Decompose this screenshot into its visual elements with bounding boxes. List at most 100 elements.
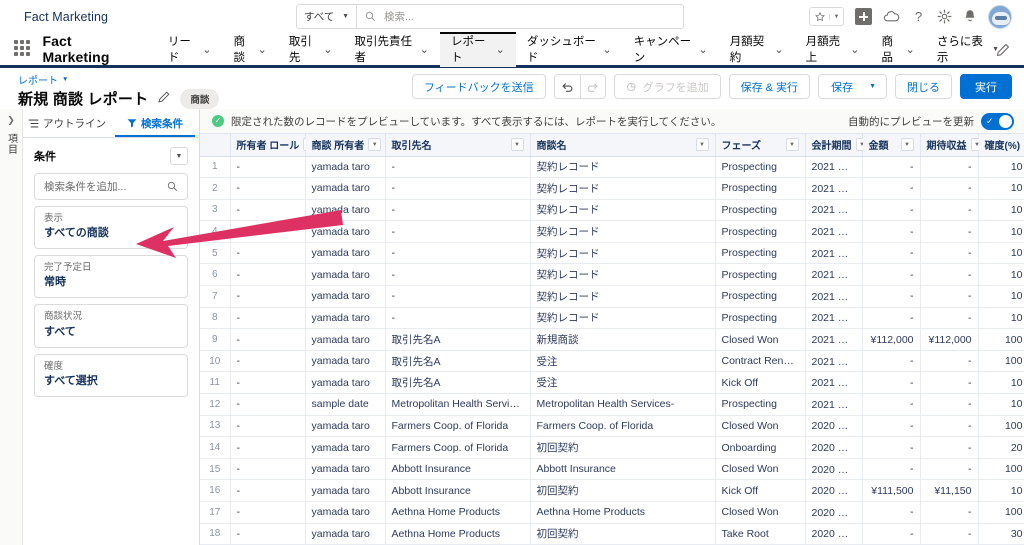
column-header-expected_revenue[interactable]: 期待収益▼	[920, 134, 978, 156]
table-row[interactable]: 4-yamada taro-契約レコードProspecting2021 年度 Q…	[200, 221, 1024, 243]
report-table-scroll[interactable]: 所有者 ロール▼商談 所有者▼取引先名▼商談名▼フェーズ▼会計期間▼金額▼期待収…	[200, 134, 1024, 545]
column-menu-icon[interactable]: ▼	[786, 138, 799, 151]
column-header-opp_owner[interactable]: 商談 所有者▼	[305, 134, 385, 156]
nav-item-4[interactable]: レポート⌄	[440, 32, 516, 67]
nav-item-5[interactable]: ダッシュボード⌄	[516, 32, 623, 67]
cell-stage: Closed Won	[715, 415, 805, 437]
global-search[interactable]: すべて ▼ 検索...	[296, 4, 684, 29]
cell-stage: Closed Won	[715, 458, 805, 480]
global-brand-label: Fact Marketing	[14, 10, 108, 24]
cell-stage: Prospecting	[715, 221, 805, 243]
help-icon[interactable]: ?	[911, 9, 926, 24]
rename-report-icon[interactable]	[158, 90, 170, 108]
table-row[interactable]: 13-yamada taroFarmers Coop. of FloridaFa…	[200, 415, 1024, 437]
nav-item-1[interactable]: 商談⌄	[223, 32, 278, 67]
bell-icon[interactable]	[963, 9, 977, 24]
column-menu-icon[interactable]: ▼	[696, 138, 709, 151]
nav-item-0[interactable]: リード⌄	[157, 32, 223, 67]
table-row[interactable]: 15-yamada taroAbbott InsuranceAbbott Ins…	[200, 458, 1024, 480]
table-row[interactable]: 11-yamada taro取引先名A受注Kick Off2021 年度 Q1-…	[200, 372, 1024, 394]
add-chart-button[interactable]: グラフを追加	[614, 74, 721, 99]
cell-opp_owner: sample date	[305, 394, 385, 416]
cell-owner_role: -	[230, 437, 305, 459]
table-row[interactable]: 3-yamada taro-契約レコードProspecting2021 年度 Q…	[200, 199, 1024, 221]
column-menu-icon[interactable]: ▼	[511, 138, 524, 151]
favorites-caret-icon[interactable]: ▼	[829, 14, 843, 20]
save-button[interactable]: 保存 ▼	[818, 74, 887, 99]
cell-account_name: -	[385, 286, 530, 308]
filter-card-1[interactable]: 完了予定日常時	[34, 255, 188, 298]
app-launcher-icon[interactable]	[14, 40, 32, 58]
column-header-rownum[interactable]	[200, 134, 230, 156]
table-row[interactable]: 17-yamada taroAethna Home ProductsAethna…	[200, 502, 1024, 524]
column-header-amount[interactable]: 金額▼	[862, 134, 920, 156]
table-row[interactable]: 10-yamada taro取引先名A受注Contract Renewal202…	[200, 350, 1024, 372]
column-menu-icon[interactable]: ▼	[368, 138, 381, 151]
pencil-icon[interactable]	[996, 43, 1010, 62]
nav-item-8[interactable]: 月額売上⌄	[795, 32, 871, 67]
run-button[interactable]: 実行	[960, 74, 1012, 99]
cell-account_name: -	[385, 156, 530, 178]
column-header-stage[interactable]: フェーズ▼	[715, 134, 805, 156]
table-row[interactable]: 1-yamada taro-契約レコードProspecting2021 年度 Q…	[200, 156, 1024, 178]
table-row[interactable]: 8-yamada taro-契約レコードProspecting2021 年度 Q…	[200, 307, 1024, 329]
nav-item-3[interactable]: 取引先責任者⌄	[343, 32, 440, 67]
filter-card-3[interactable]: 確度すべて選択	[34, 354, 188, 397]
column-menu-icon[interactable]: ▼	[901, 138, 914, 151]
gear-icon[interactable]	[937, 9, 952, 24]
send-feedback-button[interactable]: フィードバックを送信	[412, 74, 546, 99]
fields-rail[interactable]: ❯ 項目	[0, 109, 23, 545]
avatar[interactable]	[988, 5, 1012, 29]
column-header-probability[interactable]: 確度(%)▼	[978, 134, 1024, 156]
cell-opp_owner: yamada taro	[305, 372, 385, 394]
column-header-account_name[interactable]: 取引先名▼	[385, 134, 530, 156]
filters-section-title: 条件	[34, 148, 56, 164]
column-header-opp_name[interactable]: 商談名▼	[530, 134, 715, 156]
column-header-label: 期待収益	[927, 137, 967, 152]
cell-stage: Prospecting	[715, 156, 805, 178]
column-header-fiscal_period[interactable]: 会計期間▼	[805, 134, 862, 156]
chevron-down-icon: ⌄	[420, 43, 429, 56]
cell-account_name: Aethna Home Products	[385, 523, 530, 545]
table-row[interactable]: 14-yamada taroFarmers Coop. of Florida初回…	[200, 437, 1024, 459]
table-row[interactable]: 9-yamada taro取引先名A新規商談Closed Won2021 年度 …	[200, 329, 1024, 351]
search-input[interactable]: 検索...	[356, 4, 684, 29]
tab-filters[interactable]: 検索条件	[111, 109, 199, 137]
outline-icon	[28, 118, 39, 129]
nav-item-7[interactable]: 月額契約⌄	[719, 32, 795, 67]
save-and-run-button[interactable]: 保存 & 実行	[729, 74, 810, 99]
tab-outline[interactable]: アウトライン	[23, 109, 111, 137]
close-button[interactable]: 閉じる	[895, 74, 952, 99]
star-icon	[810, 12, 829, 22]
plus-icon	[855, 8, 872, 25]
table-row[interactable]: 18-yamada taroAethna Home Products初回契約Ta…	[200, 523, 1024, 545]
filters-section-menu-button[interactable]: ▼	[170, 147, 188, 165]
filter-card-0[interactable]: 表示すべての商談	[34, 206, 188, 249]
nav-item-6[interactable]: キャンペーン⌄	[623, 32, 719, 67]
add-button[interactable]	[855, 8, 872, 25]
chevron-right-icon[interactable]: ❯	[7, 115, 15, 126]
table-row[interactable]: 6-yamada taro-契約レコードProspecting2021 年度 Q…	[200, 264, 1024, 286]
search-scope-select[interactable]: すべて ▼	[296, 4, 356, 29]
redo-button[interactable]	[580, 74, 606, 99]
auto-preview-toggle[interactable]: ✓	[981, 113, 1014, 130]
column-header-owner_role[interactable]: 所有者 ロール▼	[230, 134, 305, 156]
undo-button[interactable]	[554, 74, 580, 99]
table-row[interactable]: 5-yamada taro-契約レコードProspecting2021 年度 Q…	[200, 242, 1024, 264]
table-row[interactable]: 12-sample dateMetropolitan Health Servic…	[200, 394, 1024, 416]
cloud-icon[interactable]	[883, 10, 900, 24]
table-row[interactable]: 7-yamada taro-契約レコードProspecting2021 年度 Q…	[200, 286, 1024, 308]
cell-fiscal_period: 2021 年度 Q1	[805, 156, 862, 178]
breadcrumb[interactable]: レポート ▼	[18, 72, 219, 87]
add-filter-input[interactable]: 検索条件を追加...	[34, 173, 188, 200]
cell-rownum: 10	[200, 350, 230, 372]
table-row[interactable]: 2-yamada taro-契約レコードProspecting2021 年度 Q…	[200, 178, 1024, 200]
nav-item-2[interactable]: 取引先⌄	[278, 32, 344, 67]
cell-account_name: -	[385, 221, 530, 243]
table-row[interactable]: 16-yamada taroAbbott Insurance初回契約Kick O…	[200, 480, 1024, 502]
nav-item-9[interactable]: 商品⌄	[871, 32, 926, 67]
filter-card-2[interactable]: 商談状況すべて	[34, 304, 188, 347]
favorites-button[interactable]: ▼	[809, 7, 844, 26]
cell-account_name: Abbott Insurance	[385, 480, 530, 502]
column-header-label: 会計期間	[812, 137, 852, 152]
